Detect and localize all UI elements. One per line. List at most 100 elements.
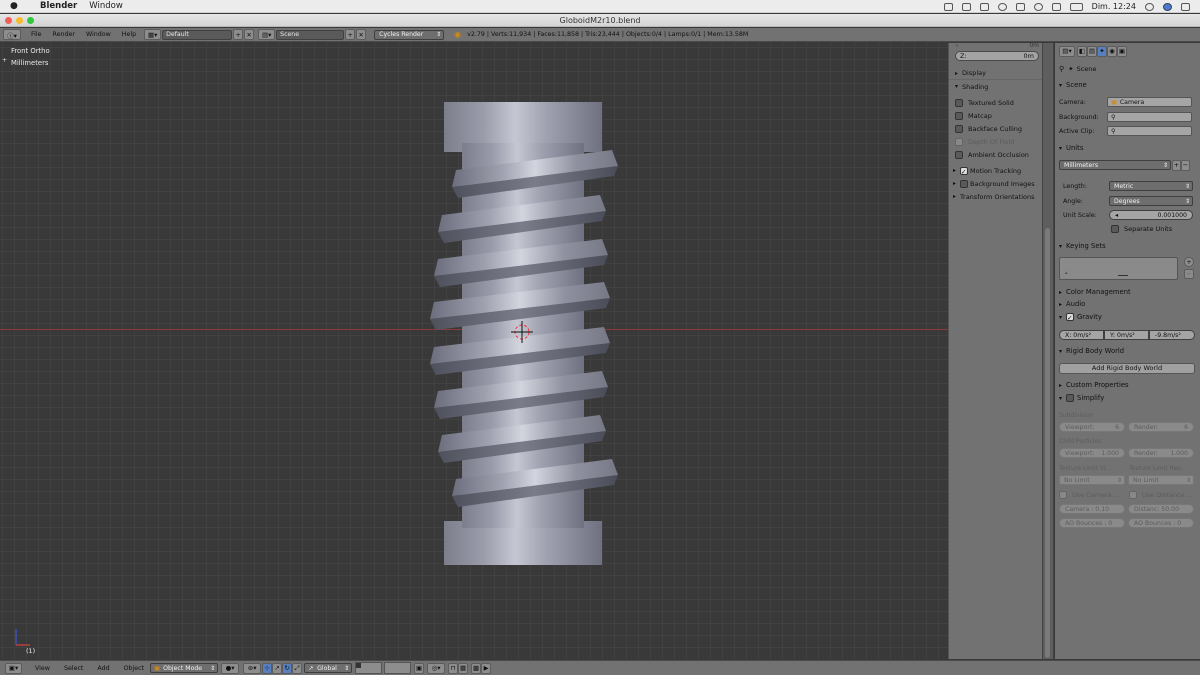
scrollbar-thumb[interactable]	[1045, 228, 1050, 658]
scene-add-icon[interactable]: +	[345, 29, 356, 40]
depth-of-field-toggle[interactable]: Depth Of Field	[949, 135, 1014, 148]
scene-browse-icon[interactable]: ▤▾	[258, 29, 276, 40]
object-tab-icon[interactable]: ▣	[1117, 45, 1127, 57]
camera-cull-field[interactable]: Camera : 0.10	[1059, 504, 1125, 514]
region-scrollbar[interactable]	[1042, 43, 1054, 659]
snap-toggle-icon[interactable]: ⊓	[448, 662, 459, 674]
notification-center-icon[interactable]	[1181, 2, 1190, 11]
render-subdivision-field[interactable]: Render: 6	[1128, 422, 1194, 432]
section-scene[interactable]: ▾ Scene	[1059, 79, 1196, 91]
keying-set-remove-icon[interactable]: −	[1184, 269, 1194, 279]
units-preset-dropdown[interactable]: Millimeters	[1059, 160, 1171, 170]
use-camera-cull-toggle[interactable]: Use Camera ...	[1059, 491, 1129, 499]
layers-tab-icon[interactable]: ▤	[1087, 45, 1097, 57]
layout-add-icon[interactable]: +	[233, 29, 244, 40]
z-location-field[interactable]: Z: 0m	[955, 51, 1039, 61]
bluetooth-icon[interactable]	[1015, 2, 1025, 11]
section-simplify[interactable]: ▾ Simplify	[1059, 392, 1196, 404]
panel-display[interactable]: ▸ Display	[949, 67, 1043, 80]
background-field[interactable]: ⚲	[1107, 112, 1192, 122]
layout-browse-icon[interactable]: ▦▾	[144, 29, 162, 40]
menu-help[interactable]: Help	[122, 31, 136, 38]
ao-bounces-viewport-field[interactable]: AO Bounces : 0	[1059, 518, 1125, 528]
section-gravity[interactable]: ▾ ✓ Gravity	[1059, 311, 1196, 323]
angle-dropdown[interactable]: Degrees	[1109, 196, 1193, 206]
backface-culling-toggle[interactable]: Backface Culling	[949, 122, 1022, 135]
user-icon[interactable]	[1163, 2, 1172, 11]
render-particles-field[interactable]: Render: 1.000	[1128, 448, 1194, 458]
texture-limit-render-dropdown[interactable]: No Limit	[1128, 475, 1194, 485]
editor-type-icon[interactable]: ▤▾	[1059, 45, 1075, 57]
panel-shading[interactable]: ▾ Shading	[949, 80, 1043, 93]
worm-screw-mesh[interactable]	[0, 43, 948, 659]
ambient-occlusion-toggle[interactable]: Ambient Occlusion	[949, 148, 1029, 161]
matcap-toggle[interactable]: Matcap	[949, 109, 992, 122]
section-color-management[interactable]: ▸ Color Management	[1059, 286, 1196, 298]
keying-sets-list[interactable]: ▵	[1059, 257, 1178, 280]
display-icon[interactable]	[979, 2, 989, 11]
zoom-icon[interactable]	[27, 17, 34, 24]
render-engine-dropdown[interactable]: Cycles Render	[374, 29, 445, 40]
clock[interactable]: Dim. 12:24	[1092, 2, 1136, 11]
transform-orientation-dropdown[interactable]: ↗ Global	[304, 663, 353, 673]
section-units[interactable]: ▾ Units	[1059, 142, 1196, 154]
separate-units-toggle[interactable]: Separate Units	[1059, 223, 1196, 235]
section-keying-sets[interactable]: ▾ Keying Sets	[1059, 240, 1196, 252]
minimize-icon[interactable]	[16, 17, 23, 24]
apple-menu-icon[interactable]: ●	[10, 1, 20, 11]
volume-icon[interactable]	[1051, 2, 1061, 11]
panel-motion-tracking[interactable]: ▸ ✓ Motion Tracking	[949, 164, 1043, 177]
proportional-edit-icon[interactable]: ◎▾	[427, 662, 446, 674]
layer-buttons[interactable]	[355, 662, 412, 674]
scene-remove-icon[interactable]: ✕	[356, 29, 367, 40]
airdrop-icon[interactable]	[943, 2, 953, 11]
length-dropdown[interactable]: Metric	[1109, 181, 1193, 191]
preset-remove-icon[interactable]: −	[1181, 159, 1190, 171]
section-audio[interactable]: ▸ Audio	[1059, 298, 1196, 310]
scene-name-field[interactable]: Scene	[276, 29, 345, 40]
pin-icon[interactable]: ⚲	[1059, 65, 1064, 73]
editor-type-icon[interactable]: ⓘ▾	[3, 29, 21, 40]
menu-view[interactable]: View	[35, 665, 50, 672]
unit-scale-field[interactable]: ◂ 0.001000	[1109, 210, 1193, 220]
section-custom-properties[interactable]: ▸ Custom Properties	[1059, 379, 1196, 391]
textured-solid-toggle[interactable]: Textured Solid	[949, 96, 1014, 109]
lock-camera-icon[interactable]: ▣	[414, 662, 425, 674]
ao-bounces-render-field[interactable]: AO Bounces : 0	[1128, 518, 1194, 528]
menu-render[interactable]: Render	[53, 31, 75, 38]
add-rigid-body-world-button[interactable]: Add Rigid Body World	[1059, 362, 1195, 374]
3d-cursor-icon[interactable]	[508, 318, 536, 346]
mode-dropdown[interactable]: ▣ Object Mode	[150, 663, 219, 673]
menu-file[interactable]: File	[31, 31, 42, 38]
gravity-y-field[interactable]: Y: 0m/s²	[1104, 330, 1149, 340]
camera-field[interactable]: ▣ Camera	[1107, 97, 1192, 107]
menu-object[interactable]: Object	[124, 665, 145, 672]
time-machine-icon[interactable]	[997, 2, 1007, 11]
keying-set-add-icon[interactable]: +	[1184, 257, 1194, 267]
snap-element-icon[interactable]: ▦	[458, 662, 469, 674]
save-icon[interactable]	[961, 2, 971, 11]
render-tab-icon[interactable]: ◧	[1077, 45, 1087, 57]
manipulator-toggle-icon[interactable]: ⊹	[262, 662, 273, 674]
panel-background-images[interactable]: ▸ Background Images	[949, 177, 1043, 190]
texture-limit-viewport-dropdown[interactable]: No Limit	[1059, 475, 1125, 485]
section-rigid-body-world[interactable]: ▾ Rigid Body World	[1059, 345, 1196, 357]
menu-add[interactable]: Add	[97, 665, 109, 672]
translate-manipulator-icon[interactable]: ↗	[272, 662, 283, 674]
app-menu[interactable]: Blender	[40, 1, 77, 11]
preset-add-icon[interactable]: +	[1172, 159, 1181, 171]
list-filter-icon[interactable]: ▵	[1065, 270, 1068, 276]
top-value-row[interactable]: ◂ 0m	[955, 41, 1039, 50]
list-resize-handle[interactable]	[1118, 275, 1128, 276]
scale-manipulator-icon[interactable]: ⤢	[292, 662, 303, 674]
panel-transform-orientations[interactable]: ▸ Transform Orientations	[949, 190, 1043, 203]
use-distance-cull-toggle[interactable]: Use Distance ...	[1129, 491, 1193, 499]
menu-window[interactable]: Window	[86, 31, 111, 38]
distance-cull-field[interactable]: Distanc: 50.00	[1128, 504, 1194, 514]
window-menu[interactable]: Window	[89, 1, 123, 11]
rotate-manipulator-icon[interactable]: ↻	[282, 662, 293, 674]
editor-type-icon[interactable]: ▣▾	[5, 662, 22, 674]
gravity-z-field[interactable]: -9.8m/s²	[1149, 330, 1195, 340]
viewport-particles-field[interactable]: Viewport: 1.000	[1059, 448, 1125, 458]
layout-remove-icon[interactable]: ✕	[244, 29, 255, 40]
